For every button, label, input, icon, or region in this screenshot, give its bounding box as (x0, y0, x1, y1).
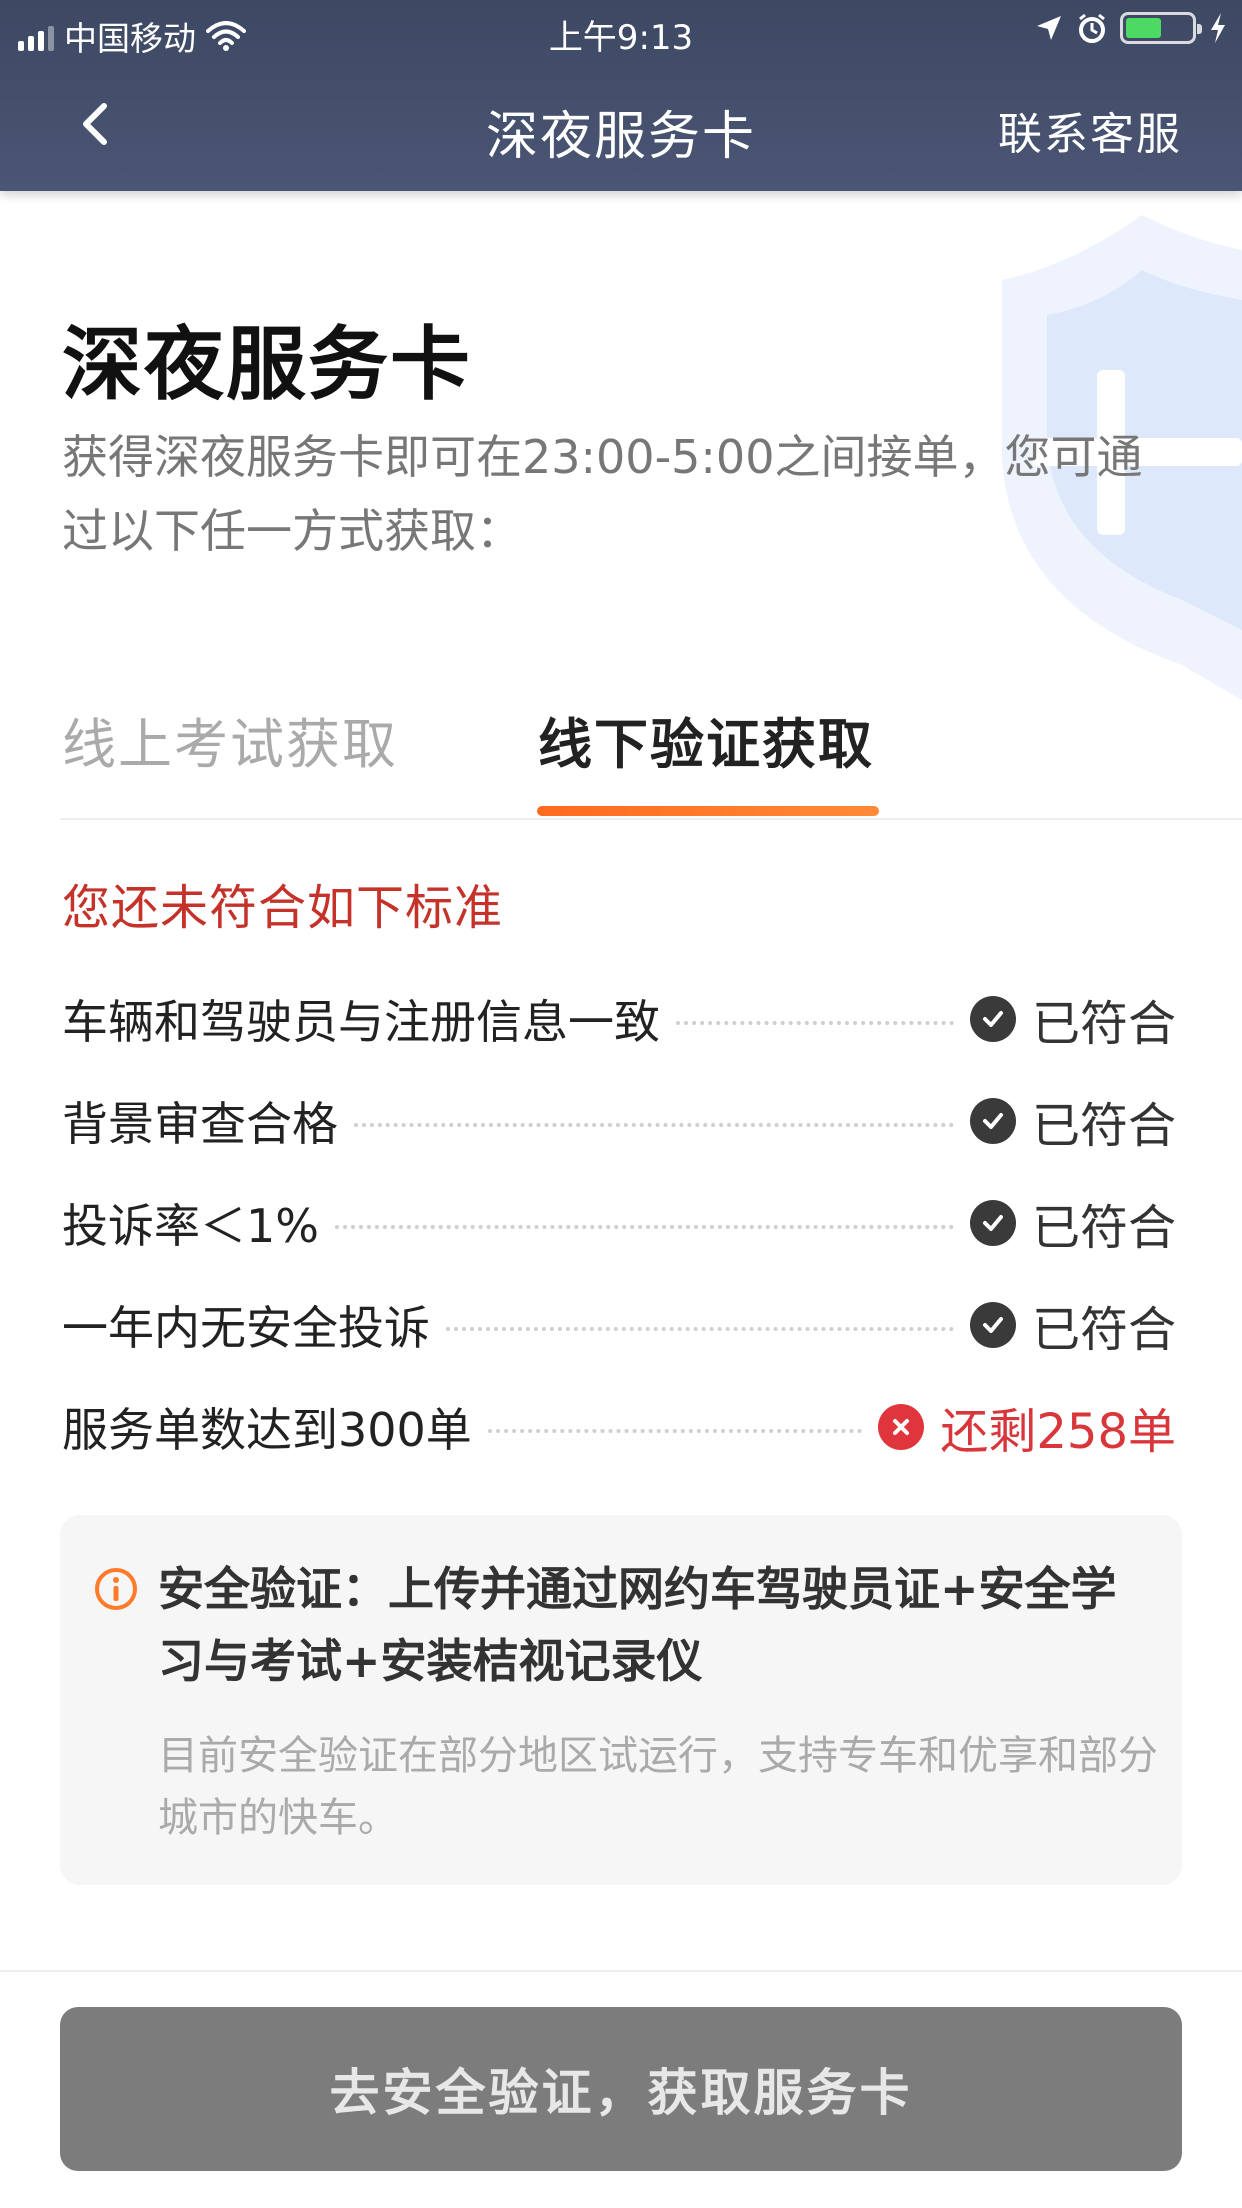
dotted-leader (334, 1225, 954, 1229)
tab-online-exam[interactable]: 线上考试获取 (62, 700, 398, 779)
criteria-status-text: 已符合 (1031, 1200, 1176, 1256)
criteria-status: 已符合 (969, 1086, 1176, 1156)
page-title: 深夜服务卡 (62, 318, 472, 411)
criteria-row: 车辆和驾驶员与注册信息一致 已符合 (62, 968, 1176, 1070)
nav-bar: 深夜服务卡 联系客服 (0, 70, 1242, 180)
method-tabs: 线上考试获取 线下验证获取 (60, 690, 1242, 820)
info-note: 目前安全验证在部分地区试运行，支持专车和优享和部分城市的快车。 (158, 1733, 1158, 1841)
safety-verification-info: 安全验证：上传并通过网约车驾驶员证+安全学习与考试+安装桔视记录仪 目前安全验证… (60, 1515, 1182, 1885)
page-description: 获得深夜服务卡即可在23:00-5:00之间接单，您可通过以下任一方式获取： (62, 430, 1143, 558)
check-circle-icon (969, 1098, 1016, 1144)
criteria-status: 已符合 (969, 1188, 1176, 1258)
criteria-label: 服务单数达到300单 (62, 1403, 472, 1457)
criteria-status-text: 还剩258单 (940, 1404, 1176, 1460)
criteria-list: 车辆和驾驶员与注册信息一致 已符合 背景审查合格 已符合 投诉率＜1% 已符合 (62, 968, 1176, 1478)
charging-bolt-icon (1211, 13, 1225, 43)
alarm-icon (1079, 13, 1105, 43)
info-title: 安全验证：上传并通过网约车驾驶员证+安全学习与考试+安装桔视记录仪 (158, 1562, 1117, 1688)
criteria-row: 一年内无安全投诉 已符合 (62, 1274, 1176, 1376)
status-bar: 中国移动 上午9:13 (0, 0, 1242, 60)
criteria-status: 已符合 (969, 1290, 1176, 1360)
criteria-row: 服务单数达到300单 还剩258单 (62, 1376, 1176, 1478)
criteria-label: 背景审查合格 (62, 1097, 338, 1151)
check-circle-icon (969, 996, 1016, 1042)
app-header: 中国移动 上午9:13 深夜服务卡 联系客服 (0, 0, 1242, 191)
criteria-row: 背景审查合格 已符合 (62, 1070, 1176, 1172)
dotted-leader (487, 1429, 863, 1433)
criteria-status-text: 已符合 (1031, 1098, 1176, 1154)
battery-icon (1120, 12, 1202, 44)
criteria-status-text: 已符合 (1031, 1302, 1176, 1358)
go-safety-verification-button[interactable]: 去安全验证，获取服务卡 (60, 2007, 1182, 2171)
location-arrow-icon (1037, 16, 1061, 40)
check-circle-icon (969, 1302, 1016, 1348)
dotted-leader (676, 1021, 954, 1025)
check-circle-icon (969, 1200, 1016, 1246)
contact-support-button[interactable]: 联系客服 (998, 98, 1182, 162)
tab-offline-verification[interactable]: 线下验证获取 (538, 700, 874, 779)
dotted-leader (446, 1327, 954, 1331)
bottom-divider (0, 1970, 1242, 1972)
criteria-status-text: 已符合 (1031, 996, 1176, 1052)
criteria-label: 车辆和驾驶员与注册信息一致 (62, 995, 660, 1049)
requirement-notice: 您还未符合如下标准 (62, 880, 504, 936)
criteria-status: 已符合 (969, 984, 1176, 1054)
active-tab-indicator (537, 806, 879, 816)
info-icon (95, 1568, 137, 1610)
criteria-row: 投诉率＜1% 已符合 (62, 1172, 1176, 1274)
criteria-label: 投诉率＜1% (62, 1199, 319, 1253)
criteria-status: 还剩258单 (878, 1392, 1176, 1462)
criteria-label: 一年内无安全投诉 (62, 1301, 430, 1355)
dotted-leader (354, 1123, 954, 1127)
x-circle-icon (878, 1404, 925, 1450)
